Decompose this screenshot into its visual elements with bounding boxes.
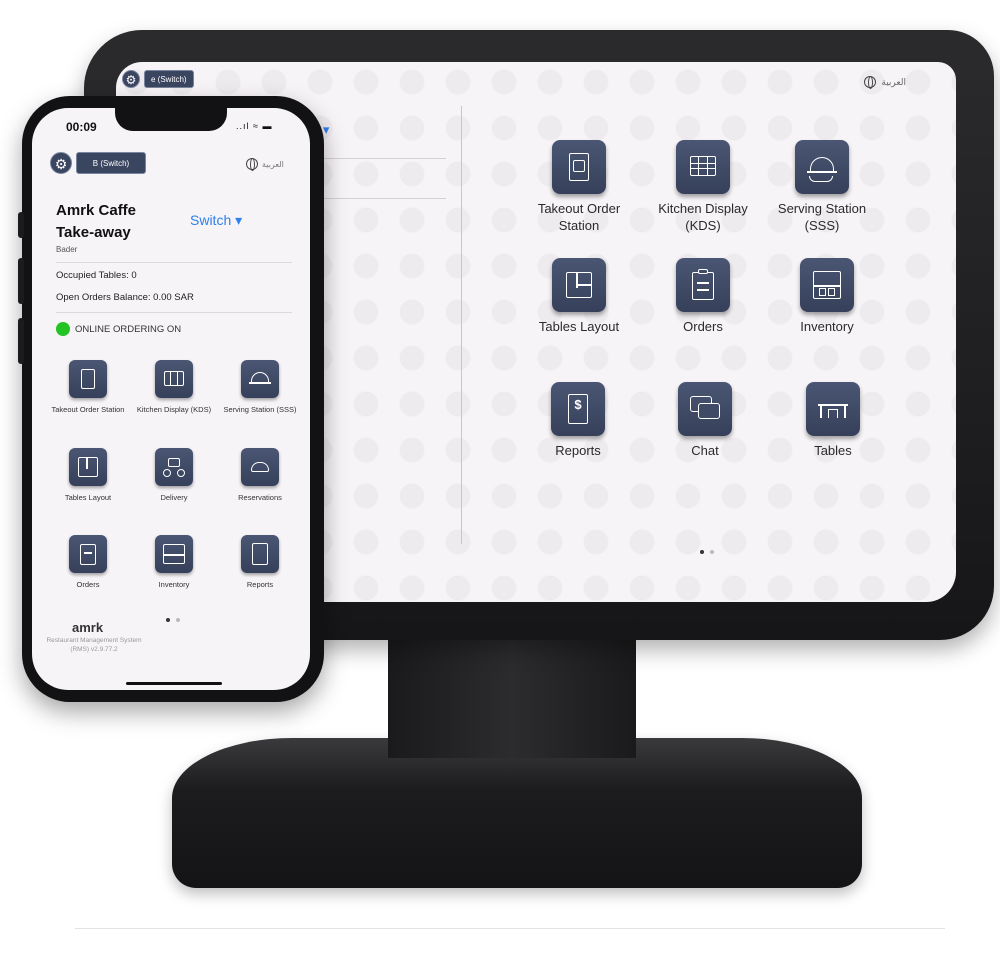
tile-label: Serving Station (SSS) <box>777 201 867 233</box>
tile-kitchen-display[interactable]: Kitchen Display (KDS) <box>134 360 214 415</box>
open-orders-balance-stat: Open Orders Balance: 0.00 SAR <box>56 292 194 303</box>
settings-gear-icon[interactable]: ⚙ <box>50 152 72 174</box>
tile-label: Chat <box>691 443 719 458</box>
grid-icon <box>676 140 730 194</box>
tile-label: Orders <box>683 319 723 334</box>
tile-inventory[interactable]: Inventory <box>134 535 214 590</box>
user-switch-button[interactable]: B (Switch) <box>76 152 146 174</box>
occupied-tables-stat: Occupied Tables: 0 <box>56 270 137 281</box>
app-version: Restaurant Management System (RMS) v2.9.… <box>46 637 142 653</box>
layout-icon <box>69 448 107 486</box>
tile-tables-layout[interactable]: Tables Layout <box>48 448 128 503</box>
divider <box>56 312 292 313</box>
phone-notch <box>115 101 227 131</box>
tile-orders[interactable]: Orders <box>48 535 128 590</box>
tile-reports[interactable]: $ Reports <box>518 382 638 459</box>
settings-gear-icon[interactable]: ⚙ <box>122 70 140 88</box>
tile-label: Tables Layout <box>538 319 620 334</box>
tile-tables-layout[interactable]: Tables Layout <box>519 258 639 335</box>
globe-icon <box>246 158 258 171</box>
page-indicator[interactable] <box>700 550 714 554</box>
tile-label: Tables <box>814 443 852 458</box>
status-icons: ..ıl ≈ ▬ <box>236 121 273 131</box>
tile-takeout-order-station[interactable]: Takeout Order Station <box>519 140 639 234</box>
tile-reservations[interactable]: Reservations <box>220 448 300 503</box>
receipt-icon <box>241 535 279 573</box>
tile-serving-station[interactable]: Serving Station (SSS) <box>220 360 300 415</box>
tile-label: Delivery <box>160 493 188 502</box>
tile-orders[interactable]: Orders <box>643 258 763 335</box>
language-toggle[interactable]: العربية <box>246 158 284 171</box>
online-ordering-status[interactable]: ONLINE ORDERING ON <box>56 322 181 336</box>
branch-title: Take-away <box>56 224 131 241</box>
takeout-icon <box>69 360 107 398</box>
language-label: العربية <box>881 76 906 87</box>
product-mockup: ⚙ e (Switch) العربية h ▾ أ Takeout Order… <box>0 0 1000 960</box>
page-dot-active[interactable] <box>166 618 170 622</box>
tile-inventory[interactable]: Inventory <box>767 258 887 335</box>
tile-reports[interactable]: Reports <box>220 535 300 590</box>
tile-label: Reports <box>555 443 601 458</box>
grid-icon <box>155 360 193 398</box>
tile-label: Reservations <box>238 493 282 502</box>
tile-tables[interactable]: Tables <box>773 382 893 459</box>
cloche-icon <box>795 140 849 194</box>
status-time: 00:09 <box>66 120 97 134</box>
tile-serving-station[interactable]: Serving Station (SSS) <box>762 140 882 234</box>
takeout-icon <box>552 140 606 194</box>
layout-icon <box>552 258 606 312</box>
language-toggle[interactable]: العربية <box>864 76 906 89</box>
cloche-icon <box>241 360 279 398</box>
terminal-topbar: ⚙ e (Switch) <box>122 70 194 88</box>
tile-label: Serving Station (SSS) <box>223 405 297 414</box>
branch-switch-link[interactable]: Switch ▾ <box>190 212 242 229</box>
delivery-icon <box>155 448 193 486</box>
tile-takeout-order-station[interactable]: Takeout Order Station <box>48 360 128 415</box>
user-switch-button[interactable]: e (Switch) <box>144 70 194 88</box>
terminal-stand-neck <box>388 630 636 758</box>
panel-divider <box>461 106 462 544</box>
tile-label: Tables Layout <box>64 493 112 502</box>
restaurant-title: Amrk Caffe <box>56 202 137 219</box>
restaurant-name: Amrk Caffe Take-away <box>56 200 136 244</box>
divider <box>56 262 292 263</box>
home-indicator[interactable] <box>126 682 222 685</box>
table-icon <box>806 382 860 436</box>
tile-label: Inventory <box>800 319 854 334</box>
online-ordering-label: ONLINE ORDERING ON <box>75 323 182 335</box>
tile-delivery[interactable]: Delivery <box>134 448 214 503</box>
tile-label: Inventory <box>158 580 190 589</box>
receipt-icon: $ <box>551 382 605 436</box>
globe-icon <box>864 76 877 89</box>
phone-side-button <box>18 212 24 238</box>
tile-label: Reports <box>246 580 274 589</box>
online-status-indicator <box>56 322 70 336</box>
shelf-icon <box>155 535 193 573</box>
amrk-logo: amrk <box>72 620 104 635</box>
page-dot-active[interactable] <box>700 550 704 554</box>
language-label: العربية <box>262 159 284 169</box>
page-dot[interactable] <box>176 618 180 622</box>
page-dot[interactable] <box>710 550 714 554</box>
shelf-icon <box>800 258 854 312</box>
terminal-stand-base <box>172 738 862 888</box>
section-divider <box>75 928 945 929</box>
reservation-icon <box>241 448 279 486</box>
clipboard-icon <box>69 535 107 573</box>
tile-label: Orders <box>76 580 100 589</box>
current-user: Bader <box>56 245 78 254</box>
tile-label: Takeout Order Station <box>537 201 621 233</box>
phone-side-button <box>18 318 24 364</box>
tile-label: Takeout Order Station <box>51 405 125 414</box>
tile-kitchen-display[interactable]: Kitchen Display (KDS) <box>643 140 763 234</box>
tile-label: Kitchen Display (KDS) <box>136 405 212 414</box>
tile-chat[interactable]: Chat <box>645 382 765 459</box>
chat-icon <box>678 382 732 436</box>
page-indicator[interactable] <box>166 618 180 622</box>
tile-label: Kitchen Display (KDS) <box>658 201 748 233</box>
phone-side-button <box>18 258 24 304</box>
clipboard-icon <box>676 258 730 312</box>
